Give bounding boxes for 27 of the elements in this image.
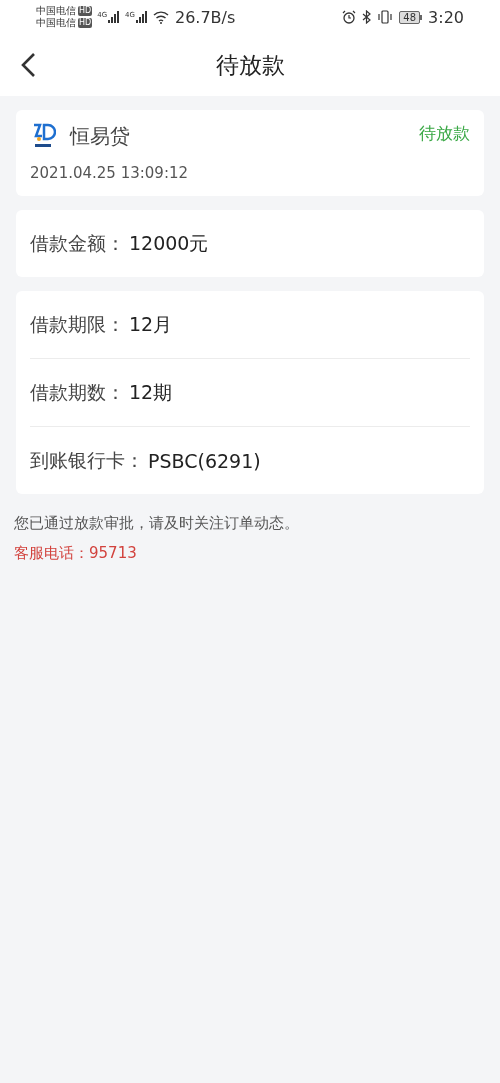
field-label: 借款期限： (30, 311, 125, 337)
hd-badge: HD (78, 6, 93, 16)
field-label: 借款期数： (30, 379, 125, 405)
approval-note: 您已通过放款审批，请及时关注订单动态。 (14, 513, 300, 534)
field-value: PSBC(6291) (148, 449, 261, 472)
battery-level: 48 (399, 10, 421, 24)
hotline-text: 客服电话：95713 (14, 543, 138, 564)
field-label: 到账银行卡： (30, 447, 144, 473)
field-value: 12000元 (129, 230, 209, 256)
order-status: 待放款 (419, 122, 470, 145)
signal-icon (108, 11, 121, 23)
alarm-icon (342, 10, 357, 24)
carrier-name: 中国电信 (36, 5, 76, 17)
carrier-name: 中国电信 (36, 17, 76, 29)
lender-name: 恒易贷 (70, 122, 131, 150)
page-title: 待放款 (215, 50, 285, 80)
field-value: 12期 (129, 379, 173, 405)
wifi-icon (152, 10, 169, 24)
network-speed: 26.7B/s (174, 7, 236, 27)
signal-icon (135, 11, 148, 23)
hd-badge: HD (78, 18, 93, 28)
field-label: 借款金额： (30, 230, 125, 256)
bluetooth-icon (362, 10, 372, 24)
order-datetime: 2021.04.25 13:09:12 (30, 163, 190, 184)
clock-time: 3:20 (428, 7, 464, 27)
field-value: 12月 (129, 311, 173, 337)
vibrate-icon (377, 10, 394, 24)
